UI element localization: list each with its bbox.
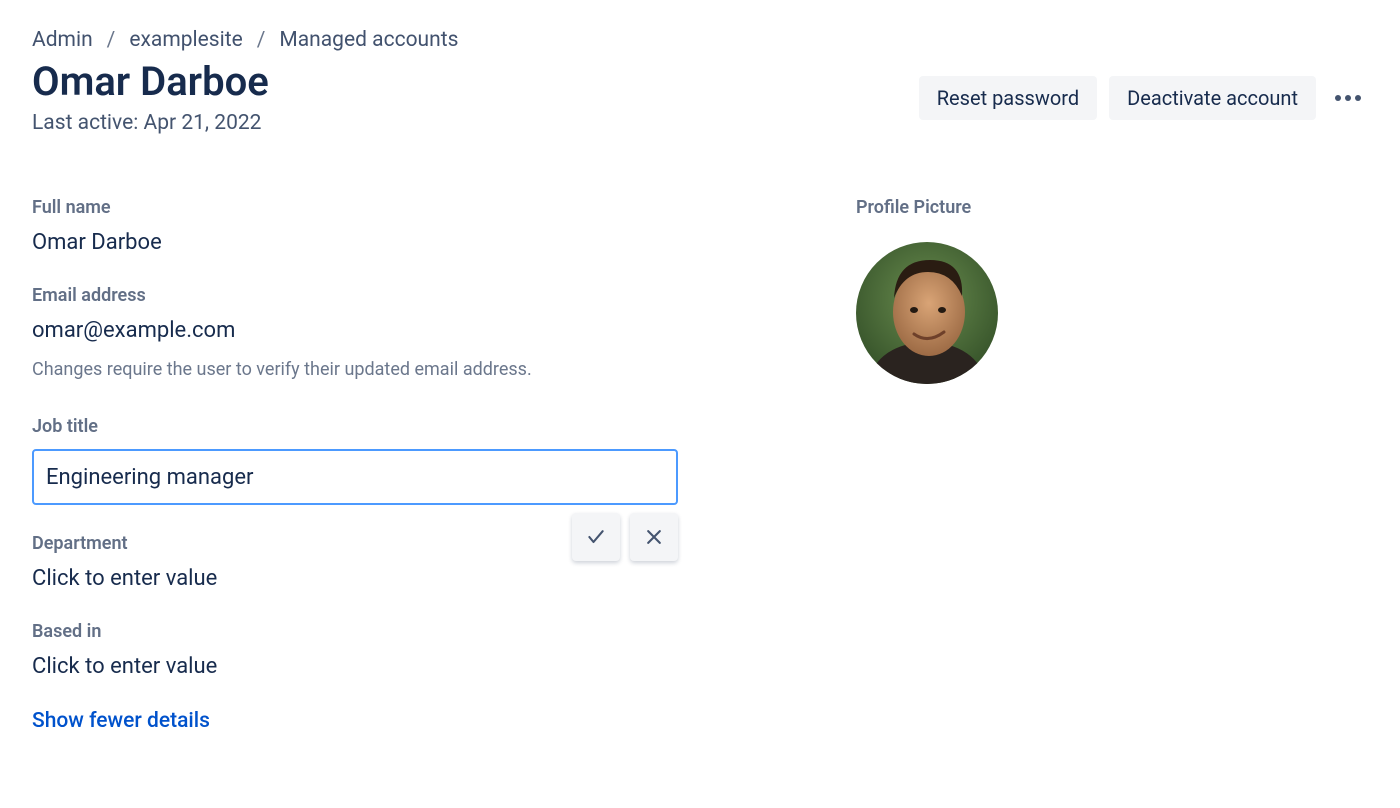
department-label: Department <box>32 533 852 554</box>
email-label: Email address <box>32 285 852 306</box>
deactivate-account-button[interactable]: Deactivate account <box>1109 76 1316 120</box>
based-in-value[interactable]: Click to enter value <box>32 654 852 679</box>
close-icon <box>644 527 664 547</box>
avatar[interactable] <box>856 242 998 384</box>
show-fewer-details-link[interactable]: Show fewer details <box>32 709 852 733</box>
based-in-label: Based in <box>32 621 852 642</box>
full-name-value[interactable]: Omar Darboe <box>32 230 852 255</box>
more-horizontal-icon <box>1334 94 1362 102</box>
email-value[interactable]: omar@example.com <box>32 318 852 343</box>
job-title-input[interactable] <box>32 449 678 505</box>
breadcrumb-admin[interactable]: Admin <box>32 28 93 52</box>
last-active: Last active: Apr 21, 2022 <box>32 111 269 135</box>
breadcrumb: Admin / examplesite / Managed accounts <box>32 28 1368 52</box>
more-actions-button[interactable] <box>1328 78 1368 118</box>
department-value[interactable]: Click to enter value <box>32 566 852 591</box>
avatar-image <box>856 242 998 384</box>
breadcrumb-separator: / <box>257 28 266 52</box>
breadcrumb-separator: / <box>107 28 116 52</box>
email-helper: Changes require the user to verify their… <box>32 359 852 380</box>
full-name-label: Full name <box>32 197 852 218</box>
cancel-button[interactable] <box>630 513 678 561</box>
breadcrumb-site[interactable]: examplesite <box>129 28 242 52</box>
job-title-label: Job title <box>32 416 852 437</box>
check-icon <box>586 527 606 547</box>
reset-password-button[interactable]: Reset password <box>919 76 1097 120</box>
breadcrumb-managed-accounts[interactable]: Managed accounts <box>279 28 458 52</box>
profile-picture-label: Profile Picture <box>856 197 1368 218</box>
confirm-button[interactable] <box>572 513 620 561</box>
page-title: Omar Darboe <box>32 58 269 105</box>
